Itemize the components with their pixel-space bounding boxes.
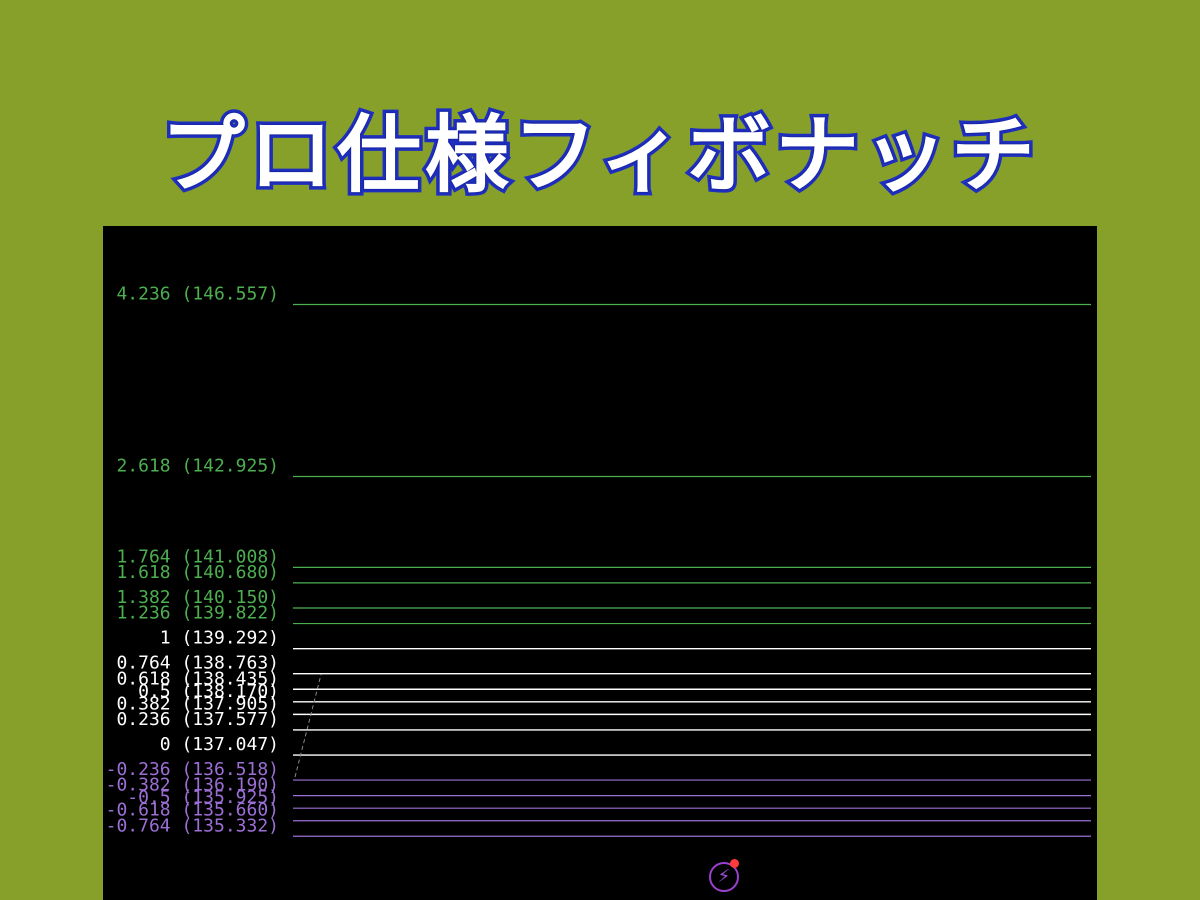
fib-trend-line[interactable] <box>294 674 322 778</box>
fib-level-label: -0.764 (135.332) <box>106 815 279 836</box>
fib-level-label: 4.236 (146.557) <box>116 283 279 304</box>
fib-level-label: 1.236 (139.822) <box>116 603 279 624</box>
fib-level-label: 1.618 (140.680) <box>116 562 279 583</box>
fib-level-label: 0.236 (137.577) <box>116 709 279 730</box>
fib-level-label: 2.618 (142.925) <box>116 456 279 477</box>
fibonacci-chart[interactable]: 4.236 (146.557) 2.618 (142.925) 1.764 (141… <box>103 226 1097 900</box>
notification-dot <box>730 859 739 868</box>
fibonacci-chart-canvas[interactable]: 4.236 (146.557)2.618 (142.925)1.764 (141… <box>103 226 1097 900</box>
page-title: プロ仕様フィボナッチ <box>157 103 1040 208</box>
alert-button[interactable]: ⚡ <box>709 859 739 892</box>
fib-level-label: 1 (139.292) <box>160 628 279 649</box>
fib-level-label: 0 (137.047) <box>160 734 279 755</box>
